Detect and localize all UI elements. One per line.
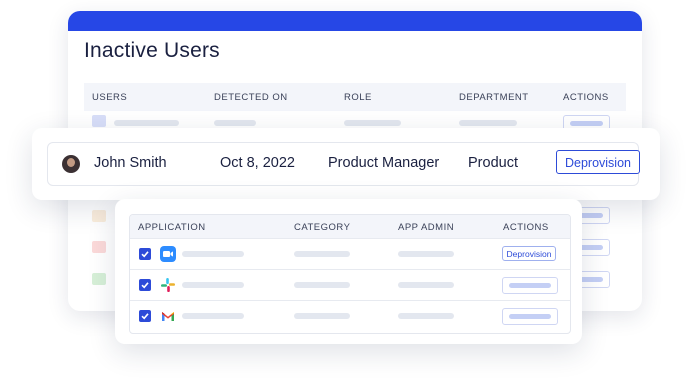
column-header-category: CATEGORY [294, 222, 351, 233]
text-placeholder [182, 251, 244, 257]
text-placeholder [182, 282, 244, 288]
text-placeholder [214, 120, 256, 126]
user-role: Product Manager [328, 155, 440, 171]
column-header-application: APPLICATION [138, 222, 206, 233]
text-placeholder [294, 313, 350, 319]
avatar [62, 155, 80, 173]
text-placeholder [344, 120, 401, 126]
text-placeholder [398, 251, 454, 257]
user-row-card: John Smith Oct 8, 2022 Product Manager P… [32, 128, 660, 200]
text-placeholder [182, 313, 244, 319]
text-placeholder [294, 251, 350, 257]
column-header-department: DEPARTMENT [459, 92, 529, 103]
table-row: Deprovision [130, 238, 570, 270]
text-placeholder [114, 120, 179, 126]
row-icon-placeholder [92, 241, 106, 253]
text-placeholder [398, 313, 454, 319]
text-placeholder [294, 282, 350, 288]
slack-icon [160, 277, 176, 293]
text-placeholder [398, 282, 454, 288]
user-row[interactable]: John Smith Oct 8, 2022 Product Manager P… [47, 142, 640, 186]
column-header-users: USERS [92, 92, 128, 103]
action-button-placeholder[interactable] [502, 308, 558, 325]
applications-table: APPLICATION CATEGORY APP ADMIN ACTIONS D… [129, 214, 571, 334]
table-row [130, 300, 570, 332]
applications-card: APPLICATION CATEGORY APP ADMIN ACTIONS D… [115, 199, 582, 344]
checkbox-checked[interactable] [139, 279, 151, 291]
user-department: Product [468, 155, 518, 171]
user-name: John Smith [94, 155, 167, 171]
zoom-icon [160, 246, 176, 262]
column-header-role: ROLE [344, 92, 372, 103]
column-header-app-admin: APP ADMIN [398, 222, 455, 233]
text-placeholder [459, 120, 517, 126]
table-row [130, 269, 570, 301]
row-icon-placeholder [92, 210, 106, 222]
deprovision-button[interactable]: Deprovision [556, 150, 640, 174]
checkbox-checked[interactable] [139, 310, 151, 322]
checkbox-checked[interactable] [139, 248, 151, 260]
detected-on-date: Oct 8, 2022 [220, 155, 295, 171]
card-header-bar [68, 11, 642, 31]
applications-table-header: APPLICATION CATEGORY APP ADMIN ACTIONS [130, 215, 570, 238]
column-header-actions: ACTIONS [503, 222, 549, 233]
gmail-icon [160, 308, 176, 324]
users-table-header: USERS DETECTED ON ROLE DEPARTMENT ACTION… [84, 83, 626, 111]
page-title: Inactive Users [84, 39, 220, 62]
action-button-placeholder[interactable] [502, 277, 558, 294]
row-icon-placeholder [92, 273, 106, 285]
column-header-actions: ACTIONS [563, 92, 609, 103]
column-header-detected-on: DETECTED ON [214, 92, 288, 103]
row-icon-placeholder [92, 115, 106, 127]
deprovision-app-button[interactable]: Deprovision [502, 246, 556, 261]
